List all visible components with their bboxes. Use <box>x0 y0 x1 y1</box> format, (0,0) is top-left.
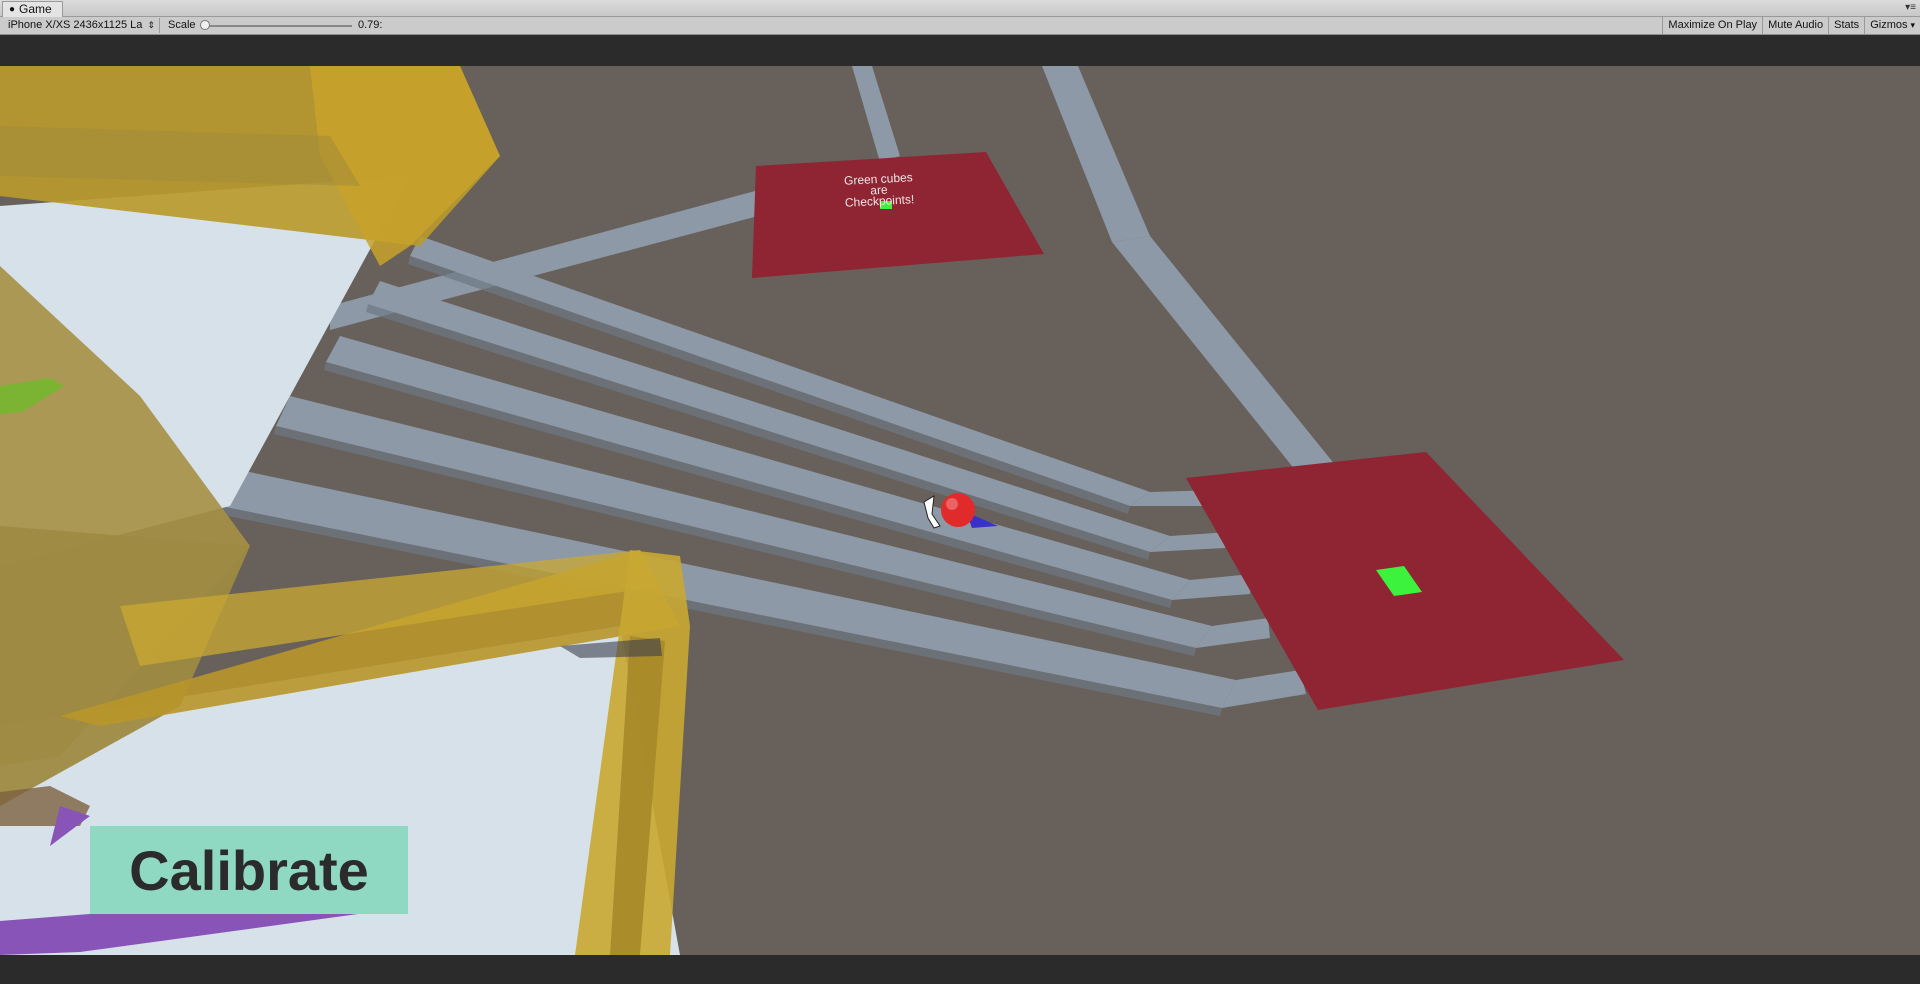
scene-render <box>0 66 1624 955</box>
tab-title: Game <box>19 2 52 16</box>
track-diag-2 <box>368 281 1170 552</box>
resolution-dropdown[interactable]: iPhone X/XS 2436x1125 La ⇕ <box>4 18 160 33</box>
game-viewport[interactable]: Green cubes are Checkpoints! Calibrate <box>0 66 1920 955</box>
track-top-left <box>852 66 900 162</box>
scale-label: Scale <box>168 19 196 31</box>
track-top-right-1 <box>1042 66 1150 242</box>
mute-audio-button[interactable]: Mute Audio <box>1762 17 1828 34</box>
window-titlebar: ● Game ▾≡ <box>0 0 1920 17</box>
unity-icon: ● <box>9 4 16 15</box>
gizmos-button[interactable]: Gizmos ▾ <box>1864 17 1920 34</box>
scale-value: 0.79: <box>358 19 383 31</box>
game-toolbar: iPhone X/XS 2436x1125 La ⇕ Scale 0.79: M… <box>0 17 1920 35</box>
chevron-updown-icon: ⇕ <box>147 20 155 30</box>
scale-slider-thumb[interactable] <box>200 20 210 30</box>
window-menu-icon[interactable]: ▾≡ <box>1905 2 1916 13</box>
track-diag-3-end <box>1172 574 1252 600</box>
scale-slider-track[interactable] <box>206 25 352 27</box>
resolution-label: iPhone X/XS 2436x1125 La <box>8 19 143 31</box>
sign-text: Green cubes are Checkpoints! <box>843 170 915 210</box>
track-diag-4-end <box>1196 618 1270 648</box>
player-ball <box>941 493 975 527</box>
tab-game[interactable]: ● Game <box>2 1 63 17</box>
stats-button[interactable]: Stats <box>1828 17 1864 34</box>
track-diag-5-end <box>1222 670 1306 708</box>
chevron-down-icon: ▾ <box>1910 20 1915 30</box>
track-top-right-2 <box>1112 236 1336 476</box>
maximize-on-play-button[interactable]: Maximize On Play <box>1662 17 1762 34</box>
calibrate-button[interactable]: Calibrate <box>90 826 408 914</box>
